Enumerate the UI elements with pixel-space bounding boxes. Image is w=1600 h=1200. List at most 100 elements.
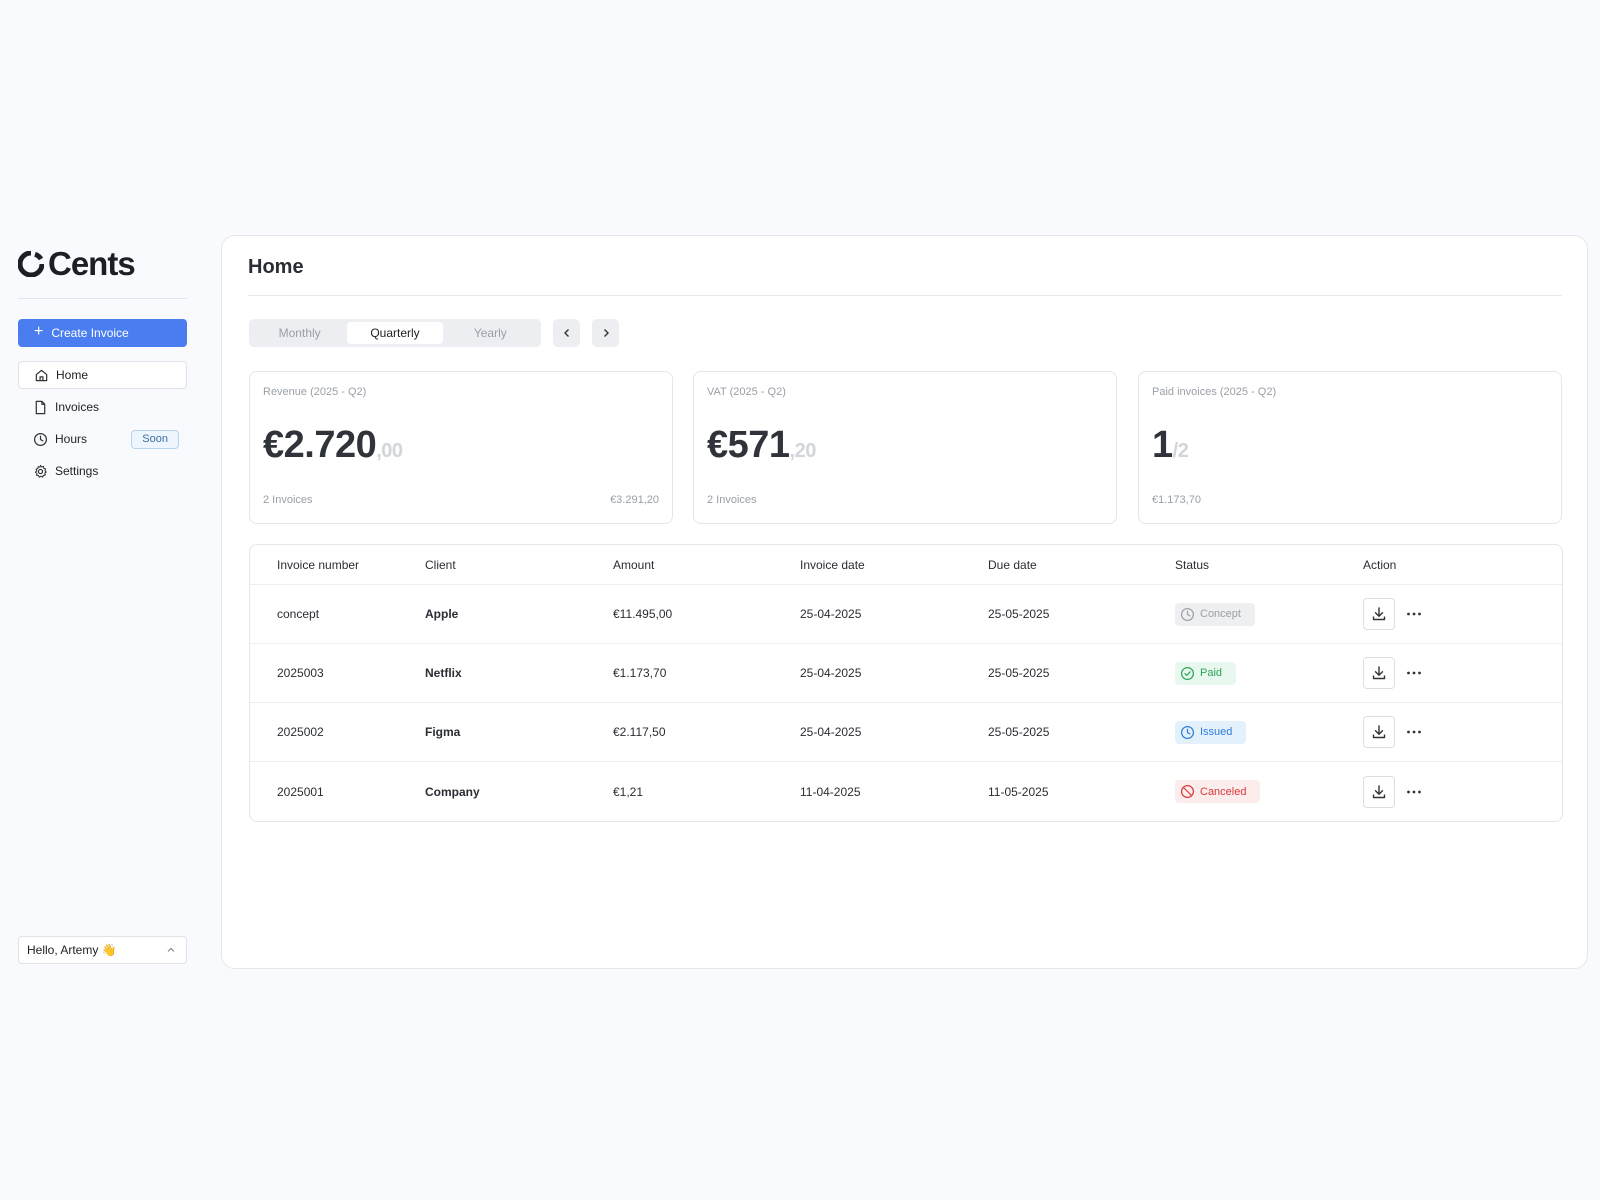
download-icon: [1372, 725, 1386, 739]
main-panel: Home Monthly Quarterly Yearly Revenue (2…: [221, 235, 1588, 969]
table-row[interactable]: 2025002 Figma €2.117,50 25-04-2025 25-05…: [250, 703, 1562, 762]
invoice-number: 2025002: [277, 725, 324, 739]
sidebar-item-home[interactable]: Home: [18, 361, 187, 389]
column-header[interactable]: Status: [1175, 558, 1363, 572]
more-options-button[interactable]: [1404, 722, 1424, 742]
status-cell: Canceled: [1175, 780, 1363, 803]
card-footnote: €1.173,70: [1152, 494, 1201, 506]
more-horizontal-icon: [1407, 730, 1421, 734]
status-label: Concept: [1200, 608, 1241, 620]
sidebar-nav: Home Invoices Hours Soon Settings: [18, 361, 187, 489]
card-footnote-total: €3.291,20: [610, 494, 659, 506]
download-button[interactable]: [1363, 598, 1395, 630]
plus-icon: +: [34, 323, 44, 340]
sidebar-item-invoices[interactable]: Invoices: [18, 393, 187, 421]
invoice-date: 25-04-2025: [800, 725, 862, 739]
more-options-button[interactable]: [1404, 604, 1424, 624]
page-title: Home: [248, 256, 304, 278]
column-header[interactable]: Amount: [613, 558, 800, 572]
user-greeting: Hello, Artemy 👋: [27, 943, 117, 957]
card-value: 1/2: [1152, 424, 1189, 467]
clock-icon: [1180, 607, 1195, 621]
more-options-button[interactable]: [1404, 782, 1424, 802]
status-badge: Canceled: [1175, 780, 1261, 803]
sidebar-item-hours[interactable]: Hours Soon: [18, 425, 187, 453]
card-value-main: €571: [707, 424, 790, 466]
action-cell: [1363, 598, 1562, 630]
table-header: Invoice number Client Amount Invoice dat…: [250, 545, 1562, 585]
table-row[interactable]: 2025001 Company €1,21 11-04-2025 11-05-2…: [250, 762, 1562, 821]
sidebar: Cents + Create Invoice Home Invoices Hou…: [17, 222, 187, 978]
home-icon: [35, 369, 48, 381]
previous-period-button[interactable]: [553, 319, 580, 347]
column-header[interactable]: Due date: [988, 558, 1175, 572]
chevron-right-icon: [603, 329, 609, 337]
download-button[interactable]: [1363, 716, 1395, 748]
invoice-amount: €11.495,00: [613, 607, 673, 621]
title-divider: [248, 295, 1562, 296]
client-name: Netflix: [425, 666, 462, 680]
card-value-main: €2.720: [263, 424, 377, 466]
status-cell: Concept: [1175, 602, 1363, 626]
soon-badge: Soon: [131, 430, 179, 449]
card-footnote: 2 Invoices: [707, 494, 757, 506]
app-shell: Cents + Create Invoice Home Invoices Hou…: [0, 222, 1600, 978]
more-horizontal-icon: [1407, 612, 1421, 616]
period-tabs: Monthly Quarterly Yearly: [249, 319, 541, 347]
card-value: €571,20: [707, 424, 816, 467]
tab-yearly[interactable]: Yearly: [443, 322, 538, 344]
invoice-table: Invoice number Client Amount Invoice dat…: [249, 544, 1563, 822]
status-cell: Issued: [1175, 720, 1363, 744]
invoice-date: 11-04-2025: [800, 784, 861, 799]
table-row[interactable]: 2025003 Netflix €1.173,70 25-04-2025 25-…: [250, 644, 1562, 703]
sidebar-divider: [18, 298, 187, 299]
card-value-decimals: ,20: [789, 440, 817, 462]
card-value-main: 1: [1152, 424, 1173, 466]
action-cell: [1363, 716, 1562, 748]
create-invoice-label: Create Invoice: [51, 326, 129, 340]
table-row[interactable]: concept Apple €11.495,00 25-04-2025 25-0…: [250, 585, 1562, 644]
card-value-decimals: ,00: [376, 440, 403, 462]
due-date: 11-05-2025: [988, 784, 1049, 799]
due-date: 25-05-2025: [988, 725, 1050, 739]
download-icon: [1372, 784, 1386, 798]
invoice-number: 2025001: [277, 784, 324, 799]
user-menu[interactable]: Hello, Artemy 👋: [18, 936, 187, 964]
create-invoice-button[interactable]: + Create Invoice: [18, 319, 187, 347]
revenue-card: Revenue (2025 - Q2) €2.720,00 2 Invoices…: [249, 371, 673, 524]
status-cell: Paid: [1175, 661, 1363, 685]
more-options-button[interactable]: [1404, 663, 1424, 683]
clock-icon: [33, 432, 48, 446]
invoice-amount: €1.173,70: [613, 666, 667, 680]
brand-logo[interactable]: Cents: [17, 244, 136, 284]
paid-invoices-card: Paid invoices (2025 - Q2) 1/2 €1.173,70: [1138, 371, 1562, 524]
sidebar-item-settings[interactable]: Settings: [18, 457, 187, 485]
invoice-amount: €1,21: [613, 784, 644, 799]
brand-name: Cents: [48, 245, 136, 282]
gear-icon: [34, 464, 47, 478]
chevron-up-icon: [167, 947, 175, 952]
sidebar-item-label: Invoices: [55, 400, 100, 414]
tab-monthly[interactable]: Monthly: [252, 322, 347, 344]
client-name: Company: [425, 784, 480, 799]
card-label: Paid invoices (2025 - Q2): [1152, 386, 1277, 398]
logo-icon: [17, 250, 45, 278]
more-horizontal-icon: [1407, 790, 1421, 793]
tab-quarterly[interactable]: Quarterly: [347, 322, 443, 344]
column-header[interactable]: Client: [425, 558, 613, 572]
invoice-number: 2025003: [277, 666, 324, 680]
column-header[interactable]: Invoice number: [250, 558, 425, 572]
clock-icon: [1180, 725, 1195, 739]
download-button[interactable]: [1363, 657, 1395, 689]
card-label: VAT (2025 - Q2): [707, 386, 786, 398]
next-period-button[interactable]: [592, 319, 619, 347]
column-header[interactable]: Invoice date: [800, 558, 988, 572]
due-date: 25-05-2025: [988, 666, 1050, 680]
sidebar-item-label: Settings: [55, 464, 99, 478]
client-name: Apple: [425, 607, 459, 621]
download-icon: [1372, 607, 1386, 621]
sidebar-item-label: Home: [56, 368, 89, 382]
invoice-number: concept: [277, 607, 320, 621]
download-button[interactable]: [1363, 775, 1395, 808]
file-icon: [35, 400, 46, 414]
